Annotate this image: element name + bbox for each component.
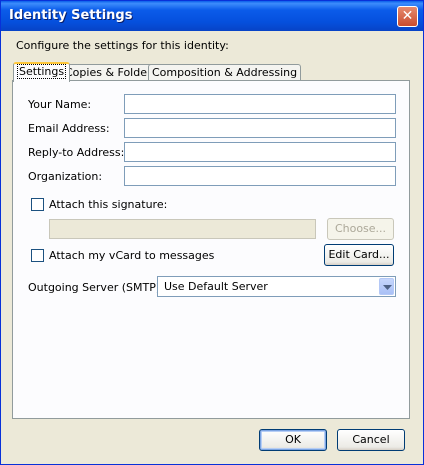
- smtp-server-select[interactable]: Use Default Server: [157, 276, 396, 297]
- your-name-input[interactable]: [124, 94, 396, 114]
- choose-signature-button[interactable]: Choose...: [327, 218, 394, 240]
- title-bar[interactable]: Identity Settings ✕: [1, 1, 423, 31]
- ok-button[interactable]: OK: [259, 429, 327, 451]
- edit-card-button[interactable]: Edit Card...: [324, 244, 394, 266]
- tab-composition-addressing[interactable]: Composition & Addressing: [148, 64, 302, 81]
- close-icon: ✕: [401, 8, 414, 24]
- tab-copies-folders[interactable]: Copies & Folders: [61, 64, 162, 81]
- email-address-label: Email Address:: [28, 122, 110, 135]
- intro-text: Configure the settings for this identity…: [16, 39, 229, 52]
- window-title: Identity Settings: [9, 8, 133, 23]
- organization-label: Organization:: [28, 170, 103, 183]
- your-name-label: Your Name:: [28, 98, 92, 111]
- reply-to-label: Reply-to Address:: [28, 146, 125, 159]
- reply-to-input[interactable]: [124, 142, 396, 162]
- smtp-label: Outgoing Server (SMTP):: [28, 281, 164, 294]
- attach-signature-label: Attach this signature:: [49, 198, 168, 211]
- identity-settings-dialog: Identity Settings ✕ Configure the settin…: [0, 0, 424, 465]
- close-button[interactable]: ✕: [397, 6, 418, 27]
- tab-settings[interactable]: Settings: [13, 62, 71, 82]
- organization-input[interactable]: [124, 166, 396, 186]
- attach-vcard-checkbox[interactable]: [31, 249, 44, 262]
- smtp-selected-value: Use Default Server: [164, 280, 268, 293]
- signature-path-input[interactable]: [49, 219, 316, 239]
- dropdown-arrow-icon[interactable]: [379, 278, 394, 295]
- attach-signature-checkbox[interactable]: [31, 198, 44, 211]
- email-address-input[interactable]: [124, 118, 396, 138]
- attach-vcard-label: Attach my vCard to messages: [49, 249, 215, 262]
- cancel-button[interactable]: Cancel: [337, 429, 405, 451]
